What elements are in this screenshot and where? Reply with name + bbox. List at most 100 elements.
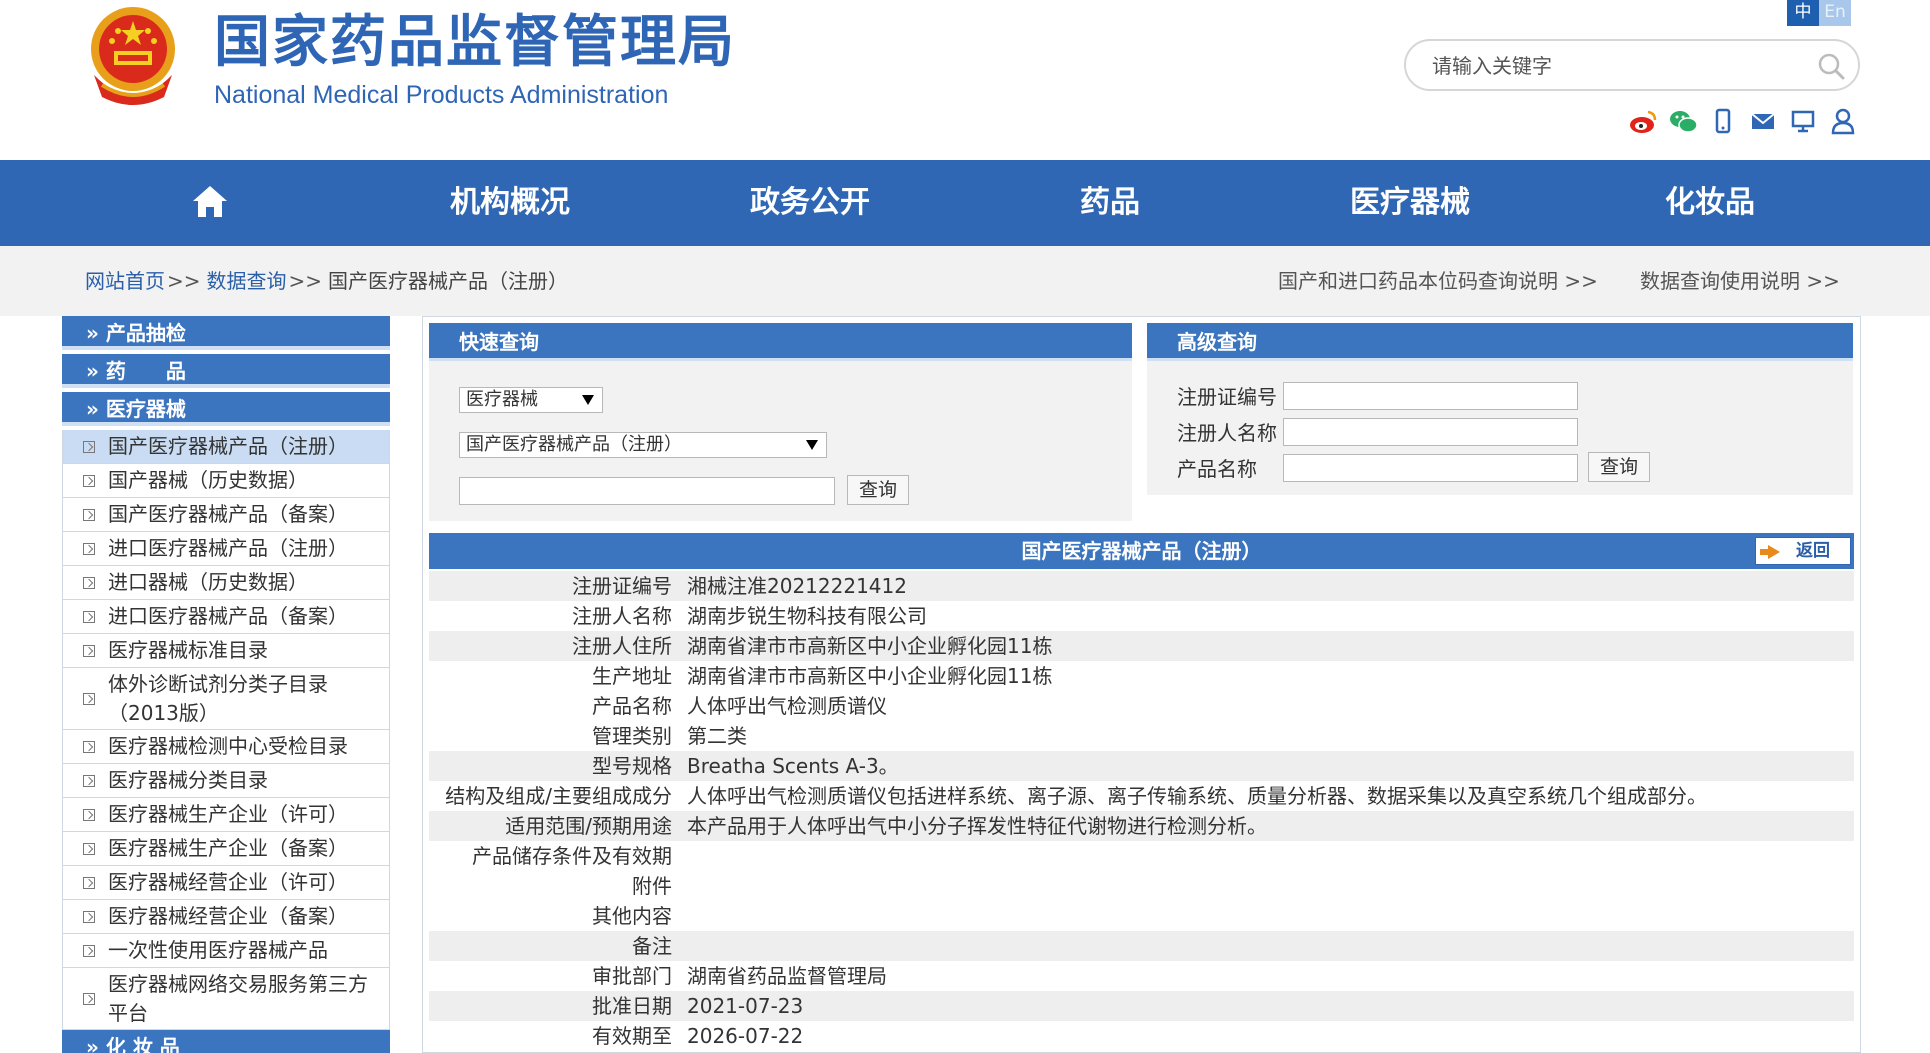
sidebar-item-import-filing[interactable]: 进口医疗器械产品（备案） xyxy=(62,600,390,634)
breadcrumb-data-link[interactable]: 数据查询 xyxy=(207,269,287,293)
sidebar-item-test-center[interactable]: 医疗器械检测中心受检目录 xyxy=(62,730,390,764)
sidebar-item-producer-filing[interactable]: 医疗器械生产企业（备案） xyxy=(62,832,390,866)
detail-row: 注册人住所 湖南省津市市高新区中小企业孵化园11栋 xyxy=(429,631,1854,661)
sidebar-head-devices[interactable]: » 医疗器械 xyxy=(62,392,390,426)
sidebar-item-label: 国产医疗器械产品（注册） xyxy=(108,434,348,458)
sidebar-item-label: 一次性使用医疗器械产品 xyxy=(108,938,328,962)
product-name-input[interactable] xyxy=(1283,454,1578,482)
reg-number-input[interactable] xyxy=(1283,382,1578,410)
nav-item-cosmetics[interactable]: 化妆品 xyxy=(1590,160,1830,246)
lang-en-button[interactable]: En xyxy=(1819,0,1851,26)
sidebar-item-domestic-history[interactable]: 国产器械（历史数据） xyxy=(62,464,390,498)
search-input[interactable] xyxy=(1430,49,1794,83)
field-label: 型号规格 xyxy=(592,754,672,778)
nav-item-gov-affairs[interactable]: 政务公开 xyxy=(690,160,930,246)
back-button[interactable]: 返回 xyxy=(1755,537,1851,565)
sidebar-item-import-history[interactable]: 进口器械（历史数据） xyxy=(62,566,390,600)
sidebar-item-label: 医疗器械生产企业（备案） xyxy=(108,836,348,860)
sidebar-item-online-platform[interactable]: 医疗器械网络交易服务第三方平台 xyxy=(62,968,390,1030)
detail-row: 适用范围/预期用途 本产品用于人体呼出气中小分子挥发性特征代谢物进行检测分析。 xyxy=(429,811,1854,841)
expand-icon xyxy=(83,441,95,453)
expand-icon xyxy=(83,577,95,589)
search-icon[interactable] xyxy=(1816,51,1846,81)
site-title-cn: 国家药品监督管理局 xyxy=(214,10,736,75)
monitor-icon[interactable] xyxy=(1788,106,1818,136)
sidebar-item-label: 医疗器械检测中心受检目录 xyxy=(108,734,348,758)
sidebar-item-producer-license[interactable]: 医疗器械生产企业（许可） xyxy=(62,798,390,832)
field-value: 人体呼出气检测质谱仪包括进样系统、离子源、离子传输系统、质量分析器、数据采集以及… xyxy=(687,784,1707,808)
expand-icon xyxy=(83,877,95,889)
expand-icon xyxy=(83,809,95,821)
sidebar-item-classification[interactable]: 医疗器械分类目录 xyxy=(62,764,390,798)
user-icon[interactable] xyxy=(1828,106,1858,136)
home-icon[interactable] xyxy=(191,183,229,221)
wechat-icon[interactable] xyxy=(1668,106,1698,136)
nav-item-drugs[interactable]: 药品 xyxy=(990,160,1230,246)
field-label: 适用范围/预期用途 xyxy=(505,814,672,838)
quick-query-header: 快速查询 xyxy=(429,323,1132,361)
field-label: 产品储存条件及有效期 xyxy=(472,844,672,868)
mail-icon[interactable] xyxy=(1748,106,1778,136)
sidebar-item-label: 国产医疗器械产品（备案） xyxy=(108,502,348,526)
sidebar-item-ivd-catalog[interactable]: 体外诊断试剂分类子目录（2013版） xyxy=(62,668,390,730)
language-switch: 中 En xyxy=(1787,0,1851,26)
detail-row: 附件 xyxy=(429,871,1854,901)
ndc-help-link[interactable]: 国产和进口药品本位码查询说明 >> xyxy=(1278,266,1598,296)
sidebar-item-distributor-license[interactable]: 医疗器械经营企业（许可） xyxy=(62,866,390,900)
expand-icon xyxy=(83,843,95,855)
field-label: 批准日期 xyxy=(592,994,672,1018)
sidebar-head-cosmetics[interactable]: » 化 妆 品 xyxy=(62,1030,390,1053)
breadcrumb: 网站首页 >> 数据查询 >> 国产医疗器械产品（注册） xyxy=(85,266,568,296)
chevron-down-icon xyxy=(806,440,818,450)
sidebar-head-sampling[interactable]: » 产品抽检 xyxy=(62,316,390,350)
field-label: 审批部门 xyxy=(592,964,672,988)
database-select-value: 国产医疗器械产品（注册） xyxy=(466,434,682,455)
field-value: 湖南步锐生物科技有限公司 xyxy=(687,604,927,628)
national-emblem-icon xyxy=(91,7,175,105)
breadcrumb-separator: >> xyxy=(288,269,323,293)
sidebar-item-label: 进口医疗器械产品（注册） xyxy=(108,536,348,560)
detail-row: 备注 xyxy=(429,931,1854,961)
detail-row: 注册证编号 湘械注准20212221412 xyxy=(429,571,1854,601)
nav-item-about[interactable]: 机构概况 xyxy=(390,160,630,246)
field-value: 湘械注准20212221412 xyxy=(687,574,907,598)
field-value: 湖南省津市市高新区中小企业孵化园11栋 xyxy=(687,634,1053,658)
field-value: 本产品用于人体呼出气中小分子挥发性特征代谢物进行检测分析。 xyxy=(687,814,1267,838)
sidebar-item-domestic-filing[interactable]: 国产医疗器械产品（备案） xyxy=(62,498,390,532)
field-label: 有效期至 xyxy=(592,1024,672,1048)
weibo-icon[interactable] xyxy=(1628,106,1658,136)
field-value: 2021-07-23 xyxy=(687,994,804,1018)
nav-item-medical-devices[interactable]: 医疗器械 xyxy=(1290,160,1530,246)
site-title-en: National Medical Products Administration xyxy=(214,81,669,109)
field-value: 人体呼出气检测质谱仪 xyxy=(687,694,887,718)
field-value: Breatha Scents A-3。 xyxy=(687,754,899,778)
sidebar-item-label: 医疗器械分类目录 xyxy=(108,768,268,792)
field-label: 备注 xyxy=(632,934,672,958)
field-label: 管理类别 xyxy=(592,724,672,748)
sidebar-item-import-reg[interactable]: 进口医疗器械产品（注册） xyxy=(62,532,390,566)
database-select[interactable]: 国产医疗器械产品（注册） xyxy=(459,432,827,458)
sidebar-head-drugs[interactable]: » 药 品 xyxy=(62,354,390,388)
detail-row: 其他内容 xyxy=(429,901,1854,931)
sidebar-item-label: 体外诊断试剂分类子目录（2013版） xyxy=(108,672,328,725)
expand-icon xyxy=(83,693,95,705)
breadcrumb-separator: >> xyxy=(167,269,201,293)
advanced-query-button[interactable]: 查询 xyxy=(1588,452,1650,482)
data-query-help-link[interactable]: 数据查询使用说明 >> xyxy=(1640,266,1840,296)
sidebar-item-disposable[interactable]: 一次性使用医疗器械产品 xyxy=(62,934,390,968)
breadcrumb-home-link[interactable]: 网站首页 xyxy=(85,269,165,293)
sidebar-item-domestic-reg[interactable]: 国产医疗器械产品（注册） xyxy=(62,430,390,464)
quick-query-input[interactable] xyxy=(459,477,835,505)
detail-row: 审批部门 湖南省药品监督管理局 xyxy=(429,961,1854,991)
registrant-input[interactable] xyxy=(1283,418,1578,446)
expand-icon xyxy=(83,775,95,787)
lang-zh-button[interactable]: 中 xyxy=(1787,0,1819,26)
sidebar-item-distributor-filing[interactable]: 医疗器械经营企业（备案） xyxy=(62,900,390,934)
main-nav: 机构概况 政务公开 药品 医疗器械 化妆品 xyxy=(0,160,1930,246)
mobile-icon[interactable] xyxy=(1708,106,1738,136)
sidebar-item-standards[interactable]: 医疗器械标准目录 xyxy=(62,634,390,668)
category-select[interactable]: 医疗器械 xyxy=(459,387,603,413)
expand-icon xyxy=(83,509,95,521)
quick-query-button[interactable]: 查询 xyxy=(847,475,909,505)
field-label: 产品名称 xyxy=(592,694,672,718)
